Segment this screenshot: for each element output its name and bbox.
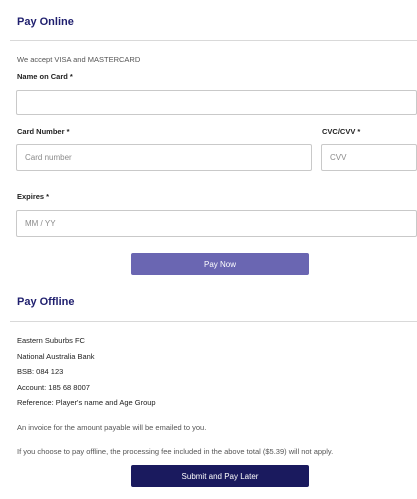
divider <box>10 321 417 322</box>
pay-online-title: Pay Online <box>17 16 74 28</box>
bank-detail-line: Reference: Player's name and Age Group <box>17 398 156 407</box>
name-on-card-input[interactable] <box>16 90 417 115</box>
bank-detail-line: National Australia Bank <box>17 351 95 361</box>
card-number-input[interactable] <box>16 144 312 171</box>
bank-detail-line: Account: 185 68 8007 <box>17 382 90 392</box>
bank-detail-line: BSB: 084 123 <box>17 367 64 376</box>
accepted-cards-text: We accept VISA and MASTERCARD <box>17 55 141 64</box>
card-number-label: Card Number * <box>17 127 70 136</box>
fee-note: If you choose to pay offline, the proces… <box>17 447 334 456</box>
expiry-input[interactable] <box>16 210 417 237</box>
name-on-card-label: Name on Card * <box>17 72 73 81</box>
pay-now-button[interactable]: Pay Now <box>131 253 309 275</box>
bank-details: Eastern Suburbs FC National Australia Ba… <box>17 333 156 411</box>
expires-label: Expires * <box>17 192 50 201</box>
divider <box>10 40 417 41</box>
cvc-label: CVC/CVV * <box>322 127 361 136</box>
cvc-input[interactable] <box>321 144 417 171</box>
invoice-note: An invoice for the amount payable will b… <box>17 423 207 432</box>
pay-offline-title: Pay Offline <box>17 296 75 308</box>
bank-detail-line: Eastern Suburbs FC <box>17 336 85 345</box>
submit-pay-later-button[interactable]: Submit and Pay Later <box>131 465 309 487</box>
